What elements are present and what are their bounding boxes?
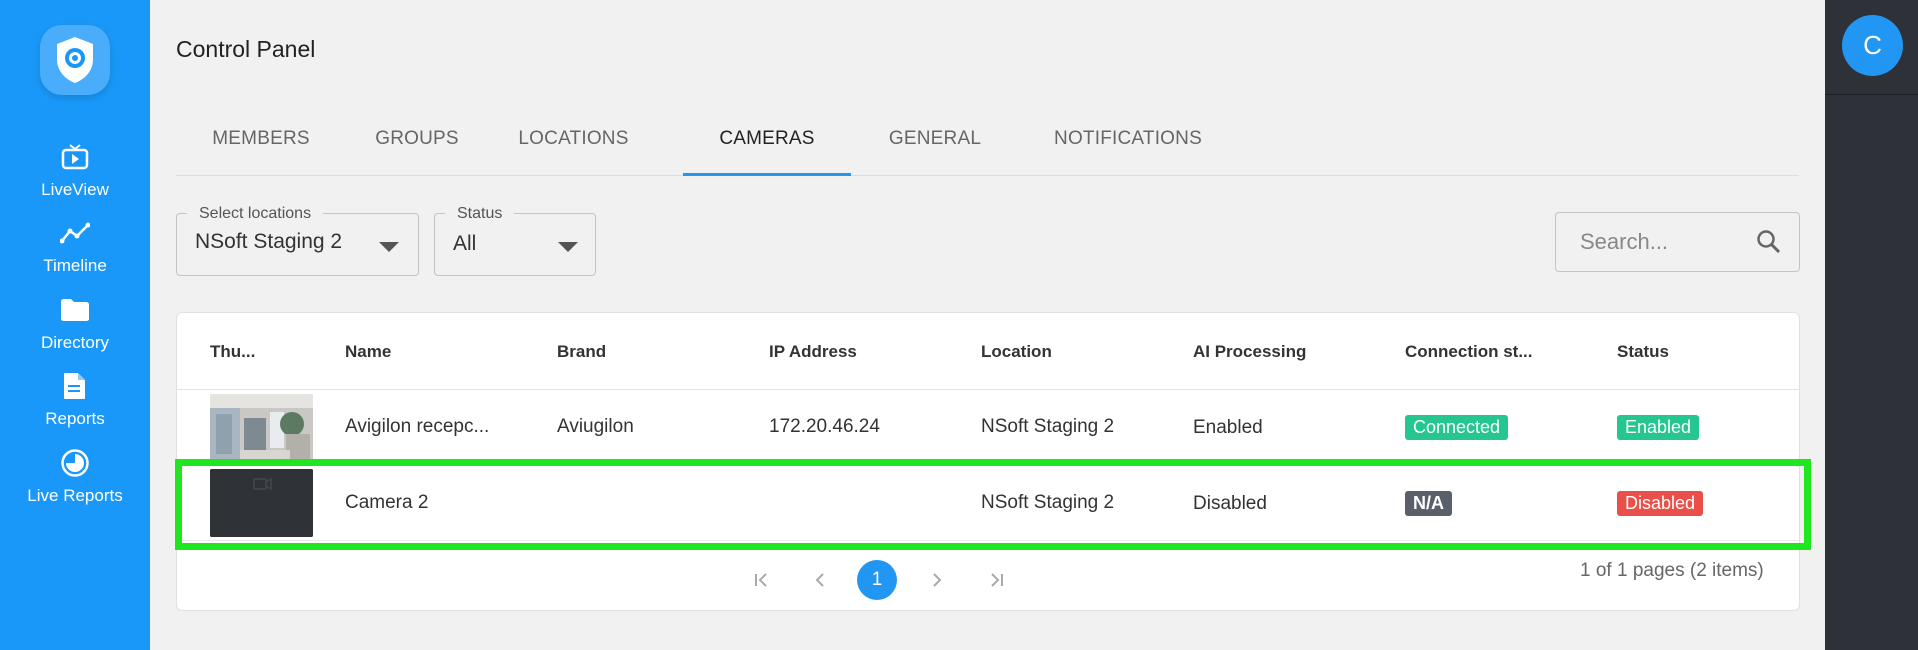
chevron-down-icon bbox=[379, 242, 399, 252]
tab-members[interactable]: MEMBERS bbox=[176, 118, 346, 175]
camera-name: Camera 2 bbox=[345, 492, 429, 513]
sidebar-item-live-reports[interactable]: Live Reports bbox=[0, 438, 150, 518]
pagination-info: 1 of 1 pages (2 items) bbox=[1580, 560, 1764, 581]
sidebar-item-label: Directory bbox=[40, 333, 109, 352]
sidebar-item-label: Timeline bbox=[43, 256, 107, 275]
tab-general[interactable]: GENERAL bbox=[851, 118, 1019, 175]
sidebar-item-liveview[interactable]: LiveView bbox=[0, 132, 150, 212]
folder-icon bbox=[60, 293, 90, 327]
camera-brand: Aviugilon bbox=[557, 416, 634, 437]
table-header: Thu... Name Brand IP Address Location AI… bbox=[177, 313, 1799, 390]
column-header-ai-processing[interactable]: AI Processing bbox=[1193, 342, 1306, 362]
search-input[interactable] bbox=[1580, 227, 1750, 257]
camera-ai-processing: Enabled bbox=[1193, 417, 1263, 438]
column-header-status[interactable]: Status bbox=[1617, 342, 1669, 362]
sidebar-item-reports[interactable]: Reports bbox=[0, 361, 150, 441]
camera-off-icon bbox=[210, 469, 313, 537]
last-page-icon bbox=[991, 573, 1003, 587]
app-logo[interactable] bbox=[40, 25, 110, 95]
column-header-name[interactable]: Name bbox=[345, 342, 391, 362]
tab-groups[interactable]: GROUPS bbox=[346, 118, 488, 175]
pie-chart-icon bbox=[60, 446, 90, 480]
search-icon[interactable] bbox=[1756, 229, 1782, 260]
column-header-location[interactable]: Location bbox=[981, 342, 1052, 362]
sidebar-item-timeline[interactable]: Timeline bbox=[0, 208, 150, 288]
sidebar: LiveView Timeline Directory Reports Live… bbox=[0, 0, 150, 650]
sidebar-item-label: LiveView bbox=[41, 180, 109, 199]
prev-page-button[interactable] bbox=[800, 560, 840, 600]
document-icon bbox=[63, 369, 87, 403]
first-page-button[interactable] bbox=[742, 560, 782, 600]
connection-badge: N/A bbox=[1405, 491, 1452, 516]
chevron-right-icon bbox=[933, 573, 942, 587]
chevron-down-icon bbox=[558, 242, 578, 252]
column-header-brand[interactable]: Brand bbox=[557, 342, 606, 362]
status-badge: Disabled bbox=[1617, 491, 1704, 516]
tv-play-icon bbox=[61, 140, 89, 174]
camera-thumbnail-placeholder bbox=[210, 469, 313, 537]
camera-location: NSoft Staging 2 bbox=[981, 416, 1115, 437]
user-avatar[interactable]: C bbox=[1842, 15, 1903, 76]
status-select[interactable]: Status All bbox=[434, 205, 596, 276]
sidebar-item-directory[interactable]: Directory bbox=[0, 285, 150, 365]
page-title: Control Panel bbox=[176, 36, 316, 62]
tab-cameras[interactable]: CAMERAS bbox=[683, 118, 851, 176]
sidebar-item-label: Reports bbox=[45, 409, 105, 428]
tab-notifications[interactable]: NOTIFICATIONS bbox=[1019, 118, 1237, 175]
page-number-button[interactable]: 1 bbox=[857, 560, 897, 600]
connection-badge: Connected bbox=[1405, 415, 1509, 440]
status-select-value: All bbox=[453, 232, 477, 255]
tab-bar: MEMBERS GROUPS LOCATIONS CAMERAS GENERAL… bbox=[176, 118, 1799, 176]
column-header-connection[interactable]: Connection st... bbox=[1405, 342, 1580, 362]
camera-ai-processing: Disabled bbox=[1193, 493, 1267, 514]
timeline-icon bbox=[60, 216, 90, 250]
right-panel: C bbox=[1825, 0, 1918, 650]
right-panel-divider bbox=[1825, 94, 1918, 95]
next-page-button[interactable] bbox=[917, 560, 957, 600]
status-select-label: Status bbox=[445, 205, 515, 223]
camera-name: Avigilon recepc... bbox=[345, 416, 490, 437]
camera-thumbnail bbox=[210, 394, 313, 462]
column-header-ip[interactable]: IP Address bbox=[769, 342, 857, 362]
first-page-icon bbox=[755, 573, 767, 587]
location-select-value: NSoft Staging 2 bbox=[195, 230, 343, 253]
shield-camera-icon bbox=[57, 37, 93, 83]
last-page-button[interactable] bbox=[976, 560, 1016, 600]
tab-locations[interactable]: LOCATIONS bbox=[488, 118, 659, 175]
column-header-thumbnail[interactable]: Thu... bbox=[210, 342, 320, 362]
search-box bbox=[1555, 212, 1800, 272]
table-row[interactable]: Camera 2 NSoft Staging 2 Disabled N/A Di… bbox=[177, 466, 1799, 541]
location-select-label: Select locations bbox=[187, 205, 324, 223]
status-badge: Enabled bbox=[1617, 415, 1700, 440]
camera-ip: 172.20.46.24 bbox=[769, 416, 880, 437]
chevron-left-icon bbox=[815, 573, 824, 587]
camera-location: NSoft Staging 2 bbox=[981, 492, 1115, 513]
location-select[interactable]: Select locations NSoft Staging 2 bbox=[176, 205, 419, 276]
table-row[interactable]: Avigilon recepc... Aviugilon 172.20.46.2… bbox=[177, 391, 1799, 466]
sidebar-item-label: Live Reports bbox=[27, 486, 123, 505]
